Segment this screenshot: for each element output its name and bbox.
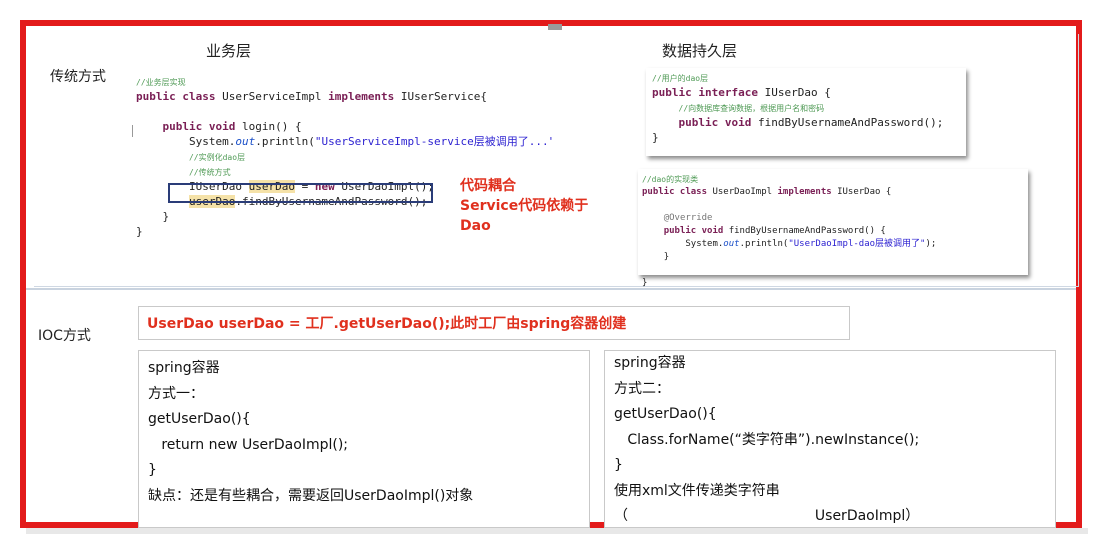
coupling-note-line: 代码耦合 [460,178,516,194]
spring-method-two-panel: spring容器 方式二： getUserDao(){ Class.forNam… [604,350,1056,528]
code-field: out [723,239,740,249]
code-comment: //实例化dao层 [188,153,246,162]
panel-line: getUserDao(){ [148,411,251,427]
spring-method-one-panel: spring容器 方式一： getUserDao(){ return new U… [138,350,590,528]
panel-line: 方式二： [614,380,670,397]
panel-line: } [614,457,623,473]
coupling-highlight-box [168,183,433,203]
panel-line: （ UserDaoImpl） [614,508,920,524]
coupling-note-line: Service代码依赖于 [460,198,589,214]
code-text: .println( [255,135,315,148]
code-string: "UserServiceImpl-service层被调用了..." [314,135,552,148]
factory-statement: UserDao userDao = 工厂.getUserDao();此时工厂由s… [147,316,627,332]
code-string: "UserDaoImpl-dao层被调用了" [788,239,926,249]
interface-code-block: //用户的dao层 public interface IUserDao { //… [646,68,966,156]
code-keyword: public interface [652,86,758,99]
panel-line: 使用xml文件传递类字符串 [614,482,780,499]
code-comment: //传统方式 [188,168,231,177]
code-text: findByUsernameAndPassword() { [723,226,886,236]
code-text: UserServiceImpl [215,90,329,103]
code-keyword: implements [328,90,395,103]
breakpoint-marker [132,125,133,137]
ioc-label: IOC方式 [38,328,91,344]
code-text: } [136,225,143,238]
code-text: IUserDao { [831,187,892,197]
panel-line: spring容器 [148,360,220,376]
panel-line: spring容器 [614,355,686,371]
code-keyword: public void [162,120,236,133]
coupling-note: 代码耦合 Service代码依赖于 Dao [460,176,588,236]
code-comment: //业务层实现 [136,78,186,87]
code-text: } [652,131,659,144]
traditional-label: 传统方式 [50,69,106,85]
panel-line: Class.forName(“类字符串”).newInstance(); [614,431,920,448]
panel-line: 缺点：还是有些耦合，需要返回UserDaoImpl()对象 [148,487,474,504]
code-comment: //dao的实现类 [642,175,699,184]
panel-line: getUserDao(){ [614,406,717,422]
code-text: } [162,210,170,223]
code-comment: //向数据库查询数据，根据用户名和密码 [678,104,825,113]
business-layer-label: 业务层 [206,42,252,60]
code-text: } [663,252,670,262]
factory-statement-box: UserDao userDao = 工厂.getUserDao();此时工厂由s… [138,306,850,340]
code-text: System. [188,135,236,148]
code-text: } [642,278,648,288]
code-comment: //用户的dao层 [652,74,709,83]
code-text: login() { [235,120,302,133]
top-tick-mark [548,24,562,30]
code-keyword: implements [777,187,832,197]
code-field: out [235,135,256,148]
coupling-note-line: Dao [460,218,491,234]
code-text: UserDaoImpl [707,187,778,197]
panel-line: return new UserDaoImpl(); [148,436,349,453]
code-text: IUserService{ [394,90,488,103]
code-keyword: public class [136,90,216,103]
code-text: .println( [739,239,789,249]
code-keyword: public class [642,187,708,197]
code-text: ); [925,239,937,249]
impl-code-block: //dao的实现类 public class UserDaoImpl imple… [638,169,1028,288]
panel-line: 方式一： [148,385,204,402]
code-annotation: @Override [663,213,713,223]
code-text: findByUsernameAndPassword(); [751,116,944,129]
code-keyword: public void [678,116,752,129]
code-text: System. [685,239,724,249]
panel-line: } [148,462,157,478]
code-text: IUserDao { [757,86,831,99]
code-keyword: public void [663,226,724,236]
data-layer-label: 数据持久层 [662,42,738,60]
